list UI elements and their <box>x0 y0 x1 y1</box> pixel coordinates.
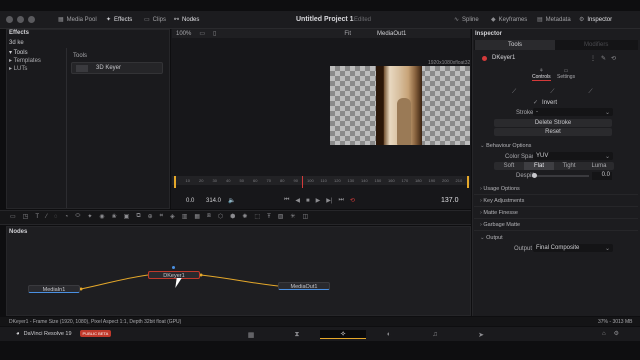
output-dropdown[interactable]: Final Composite ⌄ <box>533 244 613 252</box>
chevron-right-icon: › <box>480 209 482 216</box>
section-garbage-matte[interactable]: › Garbage Matte <box>474 219 638 231</box>
deliver-page-icon[interactable]: ➤ <box>458 331 504 339</box>
stroke-dropdown[interactable]: - ⌄ <box>533 108 613 116</box>
section-output[interactable]: ⌄ Output <box>474 232 638 244</box>
fairlight-page-icon[interactable]: ♫ <box>412 331 458 338</box>
section-matte-finesse[interactable]: › Matte Finesse <box>474 207 638 219</box>
node-mediain[interactable]: MediaIn1 <box>28 285 80 293</box>
inspector-node-header: DKeyer1 <box>482 55 515 61</box>
invert-checkbox[interactable]: ✓ Invert <box>533 99 557 107</box>
section-key-adjustments[interactable]: › Key Adjustments <box>474 195 638 207</box>
flat-button[interactable]: Flat <box>524 162 554 170</box>
chevron-down-icon: ⌄ <box>480 143 485 149</box>
chevron-down-icon: ⌄ <box>604 153 610 160</box>
chevron-right-icon: › <box>480 221 482 228</box>
edit-page-icon[interactable]: ⧗ <box>274 331 320 339</box>
wire-keyer-to-mediaout <box>200 274 279 287</box>
pin-icon[interactable]: ⋮ <box>590 55 596 62</box>
settings-icon[interactable]: ⚙ <box>614 330 619 337</box>
color-space-dropdown[interactable]: YUV ⌄ <box>533 152 613 160</box>
media-page-icon[interactable]: ▦ <box>228 331 274 339</box>
reset-all-icon[interactable]: ⟲ <box>611 55 616 62</box>
stroke-label: Stroke <box>516 110 534 116</box>
tight-button[interactable]: Tight <box>554 162 584 170</box>
despill-value-field[interactable]: 0.0 <box>592 172 612 180</box>
chevron-down-icon: ⌄ <box>604 109 610 116</box>
resolve-logo-icon: ◕ <box>16 330 20 337</box>
home-icon[interactable]: ⌂ <box>602 331 606 337</box>
eyedropper-icon[interactable]: ⟋ <box>512 89 516 96</box>
soft-button[interactable]: Soft <box>494 162 524 170</box>
output-label: Output <box>514 246 533 252</box>
tab-modifiers[interactable]: Modifiers <box>584 42 608 48</box>
chevron-down-icon: ⌄ <box>480 235 485 241</box>
version-icon[interactable]: ✎ <box>601 55 606 62</box>
chevron-right-icon: › <box>480 197 482 204</box>
page-bar-right: ⌂ ⚙ <box>602 330 619 338</box>
chevron-right-icon: › <box>480 185 482 192</box>
brush-icon[interactable]: ⟋ <box>550 89 554 96</box>
eraser-icon[interactable]: ⟋ <box>588 89 592 96</box>
section-usage-options[interactable]: › Usage Options <box>474 183 638 195</box>
page-tabs: ▦ ⧗ ✧ ◐ ♫ ➤ <box>228 330 504 339</box>
inspector-header-icons: ⋮ ✎ ⟲ <box>590 55 616 62</box>
status-left: DKeyer1 - Frame Size (1920, 1080), Pixel… <box>9 319 182 325</box>
checkmark-icon: ✓ <box>533 100 539 106</box>
delete-stroke-button[interactable]: Delete Stroke <box>494 119 612 127</box>
color-page-icon[interactable]: ◐ <box>366 331 412 338</box>
controls-tab[interactable]: ⚘ Controls <box>532 68 551 81</box>
status-right: 37% - 3013 MB <box>598 319 633 325</box>
chevron-down-icon: ⌄ <box>604 245 610 252</box>
app-branding: ◕ DaVinci Resolve 19 PUBLIC BETA <box>16 330 112 337</box>
node-enable-toggle[interactable] <box>482 55 487 61</box>
wire-mediain-to-keyer <box>80 274 149 290</box>
section-behaviour-options[interactable]: ⌄ Behaviour Options <box>474 140 638 152</box>
node-mediaout[interactable]: MediaOut1 <box>278 282 330 290</box>
stroke-tools: ⟋ ⟋ ⟋ <box>512 89 593 96</box>
public-beta-badge: PUBLIC BETA <box>79 330 112 337</box>
node-dkeyer[interactable]: DKeyer1 <box>148 271 200 279</box>
despill-slider-handle[interactable] <box>532 173 537 178</box>
inspector-panel <box>472 29 640 316</box>
key-mode-buttons: Soft Flat Tight Luma <box>494 162 614 170</box>
despill-slider[interactable] <box>533 175 589 177</box>
inspector-title: Inspector <box>475 31 503 37</box>
luma-button[interactable]: Luma <box>584 162 614 170</box>
reset-button[interactable]: Reset <box>494 128 612 136</box>
settings-tab[interactable]: ▭ Settings <box>557 68 575 80</box>
node-input-port[interactable] <box>172 266 175 269</box>
fusion-page-icon[interactable]: ✧ <box>320 330 366 339</box>
tab-tools[interactable]: Tools <box>475 40 555 50</box>
